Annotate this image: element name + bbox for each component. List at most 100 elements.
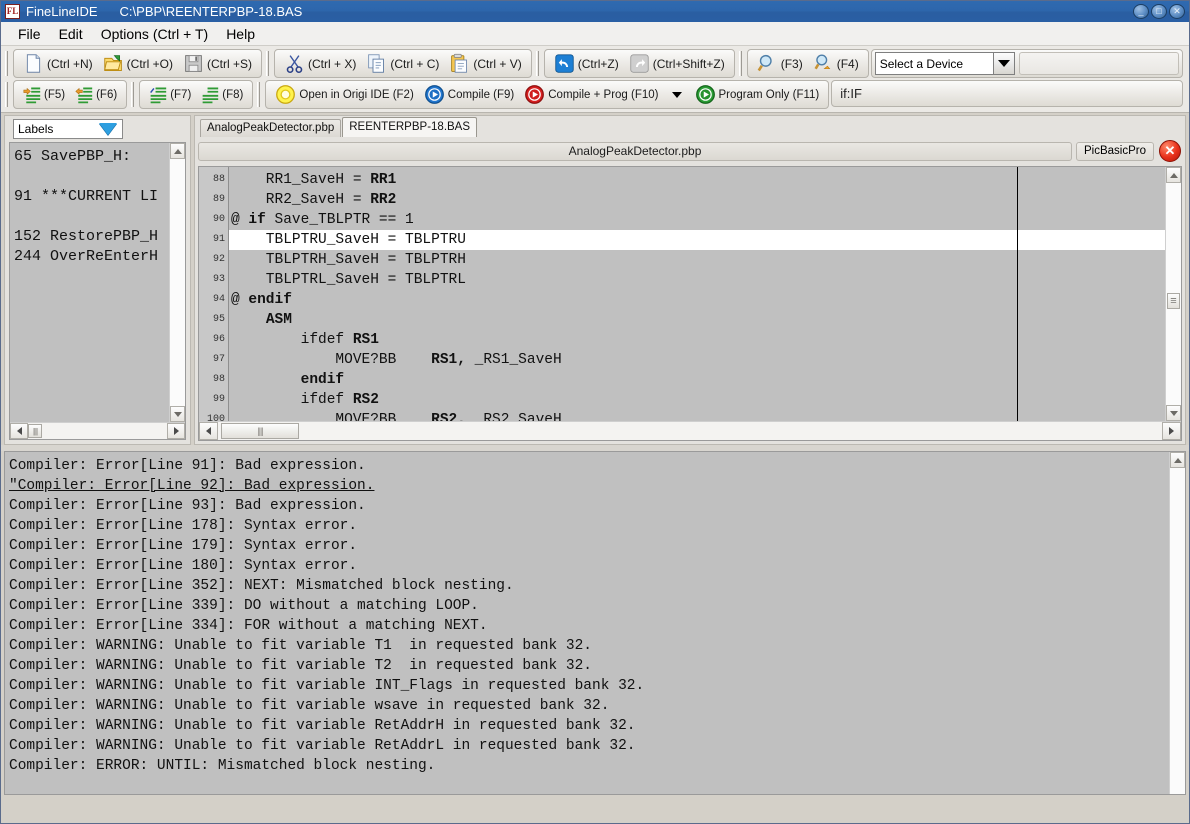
labels-combo[interactable]: Labels — [13, 119, 123, 139]
output-line[interactable]: Compiler: Error[Line 352]: NEXT: Mismatc… — [9, 576, 1169, 596]
list-item[interactable] — [14, 167, 169, 187]
scroll-down-button[interactable] — [170, 406, 185, 422]
output-line[interactable]: Compiler: Error[Line 334]: FOR without a… — [9, 616, 1169, 636]
output-line[interactable]: Compiler: Error[Line 180]: Syntax error. — [9, 556, 1169, 576]
new-file-button[interactable]: (Ctrl +N) — [18, 51, 98, 76]
output-line[interactable]: Compiler: Error[Line 93]: Bad expression… — [9, 496, 1169, 516]
code-line[interactable]: endif — [229, 370, 1165, 390]
output-line[interactable]: Compiler: Error[Line 179]: Syntax error. — [9, 536, 1169, 556]
list-item[interactable]: 152 RestorePBP_H — [14, 227, 169, 247]
toolbar-grip-6[interactable] — [130, 82, 138, 107]
code-horizontal-scrollbar[interactable] — [199, 421, 1181, 440]
toolbar-grip-2[interactable] — [265, 51, 273, 76]
menu-edit[interactable]: Edit — [50, 24, 92, 44]
scroll-track[interactable] — [299, 422, 1162, 440]
code-line[interactable]: MOVE?BB RS1, _RS1_SaveH — [229, 350, 1165, 370]
toolbar-grip[interactable] — [4, 51, 12, 76]
scroll-down-button[interactable] — [1166, 405, 1181, 421]
toolbar-grip-5[interactable] — [4, 82, 12, 107]
output-line[interactable]: Compiler: Error[Line 178]: Syntax error. — [9, 516, 1169, 536]
undo-button[interactable]: (Ctrl+Z) — [549, 51, 624, 76]
compile-and-program-button[interactable]: Compile + Prog (F10) — [519, 82, 663, 107]
scroll-thumb[interactable] — [1167, 293, 1180, 309]
scroll-up-button[interactable] — [170, 143, 185, 159]
scroll-left-button[interactable] — [10, 423, 28, 439]
labels-listbox[interactable]: 65 SavePBP_H: 91 ***CURRENT LI 152 Resto… — [9, 142, 186, 440]
uncomment-button[interactable]: (F8) — [196, 82, 248, 107]
paste-button[interactable]: (Ctrl + V) — [444, 51, 526, 76]
comment-button[interactable]: (F7) — [144, 82, 196, 107]
code-line[interactable]: RR1_SaveH = RR1 — [229, 170, 1165, 190]
output-line[interactable]: Compiler: Error[Line 339]: DO without a … — [9, 596, 1169, 616]
scroll-track[interactable] — [42, 423, 167, 439]
output-line[interactable]: Compiler: WARNING: Unable to fit variabl… — [9, 736, 1169, 756]
open-in-origi-ide-button[interactable]: Open in Origi IDE (F2) — [270, 82, 418, 107]
code-line-current[interactable]: TBLPTRU_SaveH = TBLPTRU — [229, 230, 1165, 250]
scroll-up-button[interactable] — [1166, 167, 1181, 183]
menu-file[interactable]: File — [9, 24, 50, 44]
toolbar-grip-7[interactable] — [256, 82, 264, 107]
device-combo-arrow[interactable] — [993, 52, 1015, 75]
indent-left-button[interactable]: (F6) — [70, 82, 122, 107]
output-line[interactable]: Compiler: ERROR: UNTIL: Mismatched block… — [9, 756, 1169, 776]
menu-options[interactable]: Options (Ctrl + T) — [92, 24, 218, 44]
compiler-output-text[interactable]: Compiler: Error[Line 91]: Bad expression… — [5, 452, 1169, 794]
find-input-bar[interactable]: if:IF — [831, 80, 1183, 107]
labels-vertical-scrollbar[interactable] — [169, 143, 185, 422]
build-dropdown-button[interactable] — [664, 82, 690, 107]
code-editor[interactable]: 88 89 90 91 92 93 94 95 96 97 98 99 — [198, 166, 1182, 441]
find-next-button[interactable]: (F4) — [808, 51, 864, 76]
file-name-bar[interactable]: AnalogPeakDetector.pbp — [198, 142, 1072, 161]
save-file-button[interactable]: (Ctrl +S) — [178, 51, 257, 76]
code-scroll-area[interactable]: 88 89 90 91 92 93 94 95 96 97 98 99 — [199, 167, 1165, 421]
code-line[interactable]: ifdef RS2 — [229, 390, 1165, 410]
output-line[interactable]: Compiler: WARNING: Unable to fit variabl… — [9, 636, 1169, 656]
menu-help[interactable]: Help — [217, 24, 264, 44]
find-button[interactable]: (F3) — [752, 51, 808, 76]
code-line[interactable]: TBLPTRH_SaveH = TBLPTRH — [229, 250, 1165, 270]
labels-horizontal-scrollbar[interactable] — [10, 422, 185, 439]
indent-right-button[interactable]: (F5) — [18, 82, 70, 107]
code-text-area[interactable]: RR1_SaveH = RR1 RR2_SaveH = RR2 @ if Sav… — [229, 167, 1165, 421]
maximize-button[interactable]: □ — [1151, 4, 1167, 19]
scroll-up-button[interactable] — [1170, 452, 1185, 468]
scroll-thumb[interactable] — [221, 423, 299, 439]
language-badge[interactable]: PicBasicPro — [1076, 142, 1154, 161]
scroll-right-button[interactable] — [167, 423, 185, 439]
output-line[interactable]: Compiler: WARNING: Unable to fit variabl… — [9, 696, 1169, 716]
close-file-button[interactable]: ✕ — [1158, 139, 1182, 163]
code-line[interactable]: RR2_SaveH = RR2 — [229, 190, 1165, 210]
output-line[interactable]: Compiler: WARNING: Unable to fit variabl… — [9, 676, 1169, 696]
compiler-output-panel[interactable]: Compiler: Error[Line 91]: Bad expression… — [4, 451, 1186, 795]
code-line[interactable]: MOVE?BB RS2, _RS2_SaveH — [229, 410, 1165, 421]
open-file-button[interactable]: (Ctrl +O) — [98, 51, 178, 76]
output-vertical-scrollbar[interactable] — [1169, 452, 1185, 794]
close-button[interactable]: ✕ — [1169, 4, 1185, 19]
code-line[interactable]: TBLPTRL_SaveH = TBLPTRL — [229, 270, 1165, 290]
output-line[interactable]: Compiler: WARNING: Unable to fit variabl… — [9, 716, 1169, 736]
copy-button[interactable]: (Ctrl + C) — [361, 51, 444, 76]
code-line[interactable]: @ endif — [229, 290, 1165, 310]
program-only-button[interactable]: Program Only (F11) — [690, 82, 825, 107]
list-item[interactable]: 244 OverReEnterH — [14, 247, 169, 267]
tab-analogpeakdetector[interactable]: AnalogPeakDetector.pbp — [200, 119, 341, 137]
redo-button[interactable]: (Ctrl+Shift+Z) — [624, 51, 730, 76]
output-line-selected[interactable]: "Compiler: Error[Line 92]: Bad expressio… — [9, 476, 1169, 496]
output-line[interactable]: Compiler: WARNING: Unable to fit variabl… — [9, 656, 1169, 676]
minimize-button[interactable]: _ — [1133, 4, 1149, 19]
list-item[interactable] — [14, 207, 169, 227]
code-vertical-scrollbar[interactable] — [1165, 167, 1181, 421]
scroll-left-button[interactable] — [199, 422, 218, 440]
device-combo[interactable]: Select a Device — [875, 52, 1015, 75]
code-line[interactable]: ASM — [229, 310, 1165, 330]
tab-reenterpbp[interactable]: REENTERPBP-18.BAS — [342, 117, 477, 137]
output-line[interactable]: Compiler: Error[Line 91]: Bad expression… — [9, 456, 1169, 476]
compile-button[interactable]: Compile (F9) — [419, 82, 519, 107]
list-item[interactable]: 91 ***CURRENT LI — [14, 187, 169, 207]
code-line[interactable]: ifdef RS1 — [229, 330, 1165, 350]
toolbar-grip-4[interactable] — [738, 51, 746, 76]
toolbar-grip-3[interactable] — [535, 51, 543, 76]
list-item[interactable]: 65 SavePBP_H: — [14, 147, 169, 167]
cut-button[interactable]: (Ctrl + X) — [279, 51, 361, 76]
code-line[interactable]: @ if Save_TBLPTR == 1 — [229, 210, 1165, 230]
